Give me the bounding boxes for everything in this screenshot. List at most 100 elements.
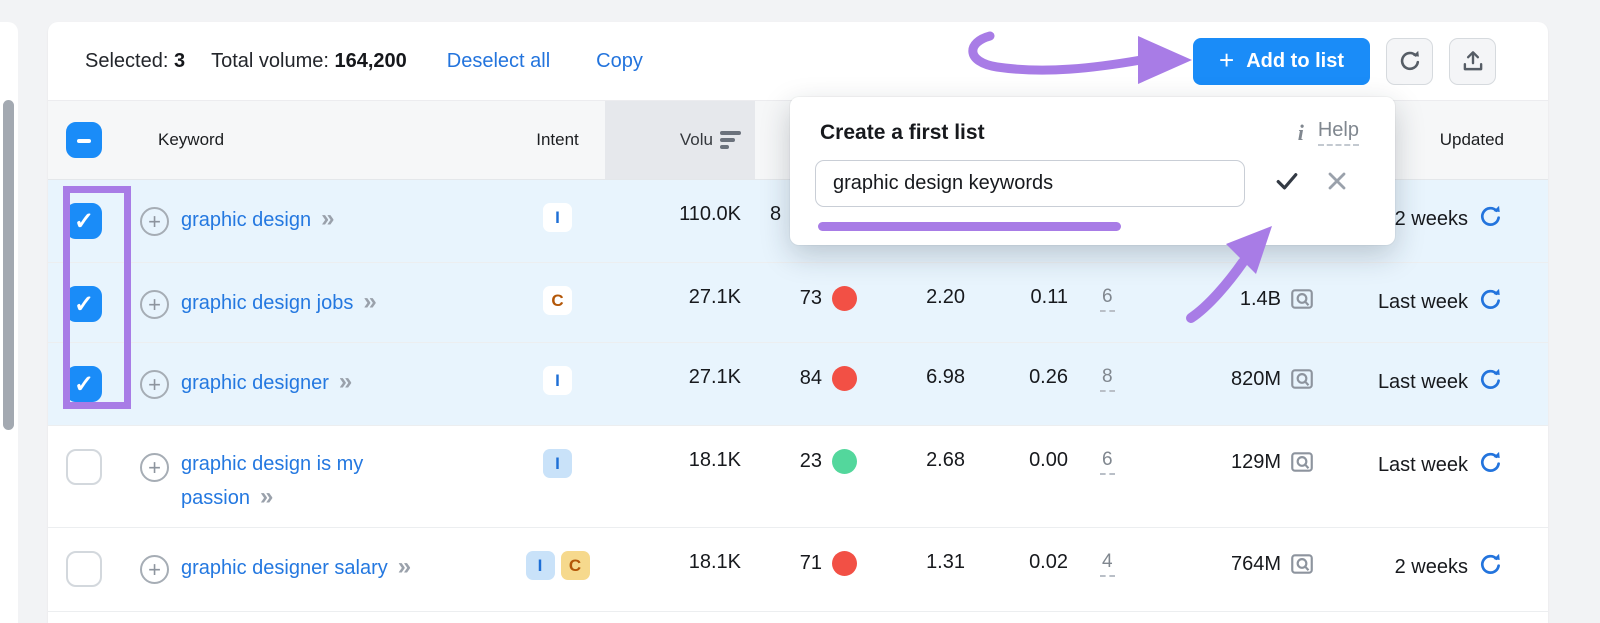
update-metrics-icon[interactable] <box>1477 286 1504 319</box>
updated-value: Last week <box>1378 291 1468 314</box>
results-value: 1.4B <box>1240 288 1281 311</box>
volume-column-header[interactable]: Volu <box>605 101 755 179</box>
chevrons-icon[interactable]: » <box>321 205 333 232</box>
keyword-magic-tool-page: Selected: 3 Total volume: 164,200 Desele… <box>0 0 1600 623</box>
updated-value: 2 weeks <box>1395 208 1468 231</box>
keyword-column-header[interactable]: Keyword <box>120 130 510 150</box>
row-checkbox[interactable] <box>66 203 102 239</box>
selected-label: Selected: 3 <box>85 50 185 73</box>
cpc-value: 2.20 <box>875 263 985 309</box>
view-serp-icon[interactable] <box>1289 551 1315 577</box>
view-serp-icon[interactable] <box>1289 366 1315 392</box>
upload-icon <box>1460 48 1486 74</box>
intent-column-header[interactable]: Intent <box>510 130 605 150</box>
refresh-button[interactable] <box>1386 38 1433 85</box>
volume-value: 27.1K <box>605 343 755 389</box>
intent-badge-commercial: C <box>543 286 572 315</box>
results-value: 820M <box>1231 368 1281 391</box>
chevrons-icon[interactable]: » <box>363 288 375 315</box>
expand-plus-icon[interactable]: + <box>140 370 169 399</box>
refresh-icon <box>1397 48 1423 74</box>
updated-value: Last week <box>1378 371 1468 394</box>
cpc-value: 6.98 <box>875 343 985 389</box>
kd-value: 84 <box>800 367 822 390</box>
confirm-check-icon[interactable] <box>1272 166 1302 201</box>
copy-link[interactable]: Copy <box>596 50 643 73</box>
row-checkbox[interactable] <box>66 286 102 322</box>
expand-plus-icon[interactable]: + <box>140 207 169 236</box>
cpc-value: 1.31 <box>875 528 985 574</box>
serp-features-count[interactable]: 6 <box>1100 449 1115 475</box>
volume-value: 18.1K <box>605 426 755 472</box>
kd-difficulty-dot <box>832 551 857 576</box>
intent-badge-informational: I <box>543 449 572 478</box>
view-serp-icon[interactable] <box>1289 286 1315 312</box>
volume-value: 110.0K <box>605 180 755 226</box>
export-button[interactable] <box>1449 38 1496 85</box>
results-value: 129M <box>1231 451 1281 474</box>
sort-descending-icon <box>720 131 741 149</box>
chevrons-icon[interactable]: » <box>398 553 410 580</box>
kd-value: 73 <box>800 287 822 310</box>
table-row[interactable]: + graphic design jobs » C 27.1K 73 2.20 0… <box>48 263 1548 343</box>
row-checkbox[interactable] <box>66 449 102 485</box>
list-name-input[interactable] <box>815 160 1245 207</box>
competition-value: 0.26 <box>985 343 1090 389</box>
cpc-value: 2.68 <box>875 426 985 472</box>
competition-value: 0.02 <box>985 528 1090 574</box>
annotation-underline <box>818 222 1121 231</box>
plus-icon: + <box>1219 47 1234 73</box>
serp-features-count[interactable]: 6 <box>1100 286 1115 312</box>
add-to-list-button[interactable]: + Add to list <box>1193 38 1370 85</box>
intent-badge-informational: I <box>526 551 555 580</box>
info-icon[interactable]: i <box>1298 120 1304 146</box>
volume-value: 27.1K <box>605 263 755 309</box>
updated-value: 2 weeks <box>1395 556 1468 579</box>
table-row[interactable]: + graphic designer » I 27.1K 84 6.98 0.26… <box>48 343 1548 426</box>
intent-badge-informational: I <box>543 203 572 232</box>
kd-value: 23 <box>800 450 822 473</box>
kd-difficulty-dot <box>832 366 857 391</box>
update-metrics-icon[interactable] <box>1477 203 1504 236</box>
row-checkbox[interactable] <box>66 366 102 402</box>
total-volume-value: 164,200 <box>334 50 406 72</box>
kd-difficulty-dot <box>832 449 857 474</box>
update-metrics-icon[interactable] <box>1477 366 1504 399</box>
vertical-scrollbar[interactable] <box>3 100 14 430</box>
table-row[interactable]: + graphic designer salary» I C 18.1K 71 … <box>48 528 1548 612</box>
update-metrics-icon[interactable] <box>1477 449 1504 482</box>
competition-value: 0.00 <box>985 426 1090 472</box>
keyword-link[interactable]: graphic design <box>181 209 311 231</box>
create-list-popup: Create a first list i Help <box>790 97 1395 245</box>
total-volume-label: Total volume: 164,200 <box>211 50 407 73</box>
expand-plus-icon[interactable]: + <box>140 555 169 584</box>
serp-features-count[interactable]: 4 <box>1100 551 1115 577</box>
keyword-link[interactable]: graphic design is my passion <box>181 453 363 509</box>
deselect-all-link[interactable]: Deselect all <box>447 50 550 73</box>
expand-plus-icon[interactable]: + <box>140 290 169 319</box>
select-all-checkbox[interactable] <box>66 122 102 158</box>
keyword-link[interactable]: graphic designer salary <box>181 557 388 579</box>
selection-toolbar: Selected: 3 Total volume: 164,200 Desele… <box>48 22 1548 101</box>
row-checkbox[interactable] <box>66 551 102 587</box>
updated-value: Last week <box>1378 454 1468 477</box>
keyword-link[interactable]: graphic design jobs <box>181 292 353 314</box>
intent-badge-informational: I <box>543 366 572 395</box>
expand-plus-icon[interactable]: + <box>140 453 169 482</box>
results-value: 764M <box>1231 553 1281 576</box>
table-row[interactable]: + graphic design is my passion» I 18.1K … <box>48 426 1548 528</box>
chevrons-icon[interactable]: » <box>260 483 272 510</box>
chevrons-icon[interactable]: » <box>339 368 351 395</box>
serp-features-count[interactable]: 8 <box>1100 366 1115 392</box>
competition-value: 0.11 <box>985 263 1090 309</box>
popup-title: Create a first list <box>820 121 985 145</box>
help-link[interactable]: Help <box>1318 119 1359 146</box>
kd-value: 71 <box>800 552 822 575</box>
cancel-x-icon[interactable] <box>1323 167 1351 200</box>
view-serp-icon[interactable] <box>1289 449 1315 475</box>
intent-badge-commercial: C <box>561 551 590 580</box>
update-metrics-icon[interactable] <box>1477 551 1504 584</box>
keyword-link[interactable]: graphic designer <box>181 372 329 394</box>
kd-difficulty-dot <box>832 286 857 311</box>
selected-count: 3 <box>174 50 185 72</box>
